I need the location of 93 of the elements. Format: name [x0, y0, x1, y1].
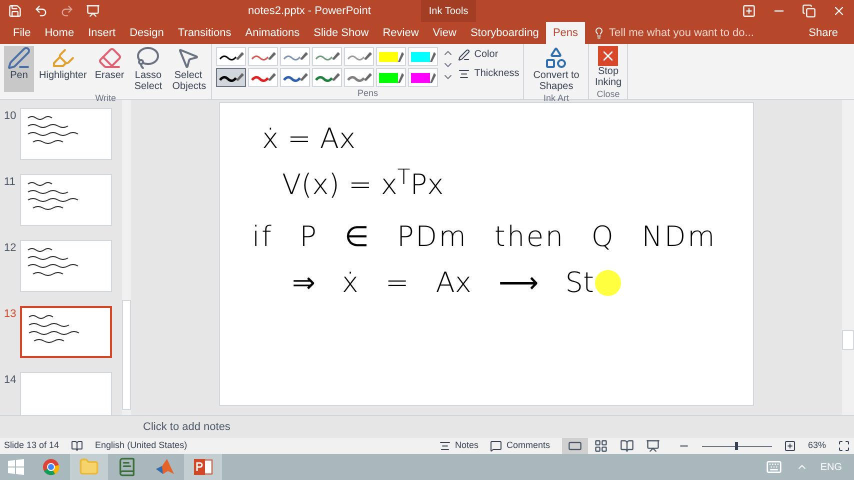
- pen-icon: [7, 46, 31, 70]
- group-label: Ink Art: [542, 92, 570, 105]
- slide-canvas[interactable]: ẋ = Ax V(x) = x$^{T}$Px if P ∈ PDm then Q NDm ⇒ ẋ = Ax ⟶ St: [219, 102, 754, 406]
- spell-check-icon[interactable]: [71, 440, 84, 452]
- share-button[interactable]: Share: [800, 22, 846, 44]
- handwritten-line: ẋ = Ax: [262, 121, 356, 157]
- matlab-icon: [155, 458, 175, 476]
- fit-slide-icon[interactable]: [838, 440, 850, 452]
- context-tab-label: Ink Tools: [420, 0, 476, 22]
- pointer-highlight-icon: [594, 269, 622, 297]
- ribbon-tab[interactable]: Review: [376, 22, 426, 44]
- powerpoint-icon: [193, 458, 213, 476]
- notes-button[interactable]: Notes: [438, 439, 478, 453]
- notes-icon: [438, 440, 451, 452]
- pen-style-button[interactable]: [216, 68, 246, 87]
- reading-view-icon: [620, 439, 634, 453]
- ribbon-tab[interactable]: Insert: [81, 22, 123, 44]
- pen-stroke-icon: [314, 50, 340, 63]
- group-label: Write: [94, 92, 118, 105]
- windows-start-icon[interactable]: [8, 459, 24, 475]
- undo-icon[interactable]: [34, 4, 48, 18]
- color-button[interactable]: Color: [458, 47, 520, 62]
- ribbon-tab[interactable]: Animations: [238, 22, 307, 44]
- scrollbar[interactable]: [842, 100, 854, 415]
- shapes-icon: [544, 46, 568, 70]
- thickness-button[interactable]: Thickness: [458, 66, 520, 81]
- pen-stroke-icon: [314, 71, 340, 84]
- stop-inking-button[interactable]: Stop Inking: [593, 44, 624, 88]
- folder-icon: [79, 457, 99, 477]
- slide-number: 12: [4, 241, 16, 256]
- slide-number: 10: [4, 109, 16, 124]
- taskbar-app-button[interactable]: [184, 454, 222, 480]
- save-icon[interactable]: [8, 4, 22, 18]
- write-tool-button[interactable]: Select Objects: [169, 46, 208, 92]
- scrollbar[interactable]: [122, 100, 131, 415]
- zoom-thumb[interactable]: [735, 442, 738, 450]
- group-label: Close: [596, 88, 621, 101]
- pen-stroke-icon: [346, 50, 372, 63]
- ribbon-tab[interactable]: View: [426, 22, 464, 44]
- group-label: Pens: [356, 87, 380, 100]
- notes-placeholder[interactable]: Click to add notes: [143, 418, 230, 436]
- convert-to-shapes-button[interactable]: Convert to Shapes: [528, 44, 584, 92]
- pen-stroke-icon: [218, 71, 244, 84]
- pen-stroke-icon: [346, 71, 372, 84]
- slide-number: 13: [4, 307, 16, 322]
- app-icon: [117, 457, 137, 477]
- pen-stroke-icon: [218, 50, 244, 63]
- pen-stroke-icon: [282, 71, 308, 84]
- write-tool-button[interactable]: Eraser: [92, 46, 128, 92]
- comments-button[interactable]: Comments: [490, 439, 550, 453]
- write-tool-button[interactable]: Lasso Select: [129, 46, 168, 92]
- normal-view-icon: [568, 439, 582, 453]
- slide-count: Slide 13 of 14: [4, 439, 60, 452]
- pointer-icon: [176, 46, 200, 70]
- language-label: English (United States): [95, 439, 188, 452]
- ribbon-options-icon[interactable]: [742, 4, 756, 18]
- ribbon-tab[interactable]: File: [6, 22, 38, 44]
- ribbon-tab[interactable]: Transitions: [170, 22, 238, 44]
- ribbon-tab[interactable]: Home: [38, 22, 82, 44]
- plus-icon[interactable]: [784, 440, 796, 452]
- window-title: notes2.pptx - PowerPoint: [248, 4, 371, 19]
- write-tool-button[interactable]: Pen: [4, 46, 34, 92]
- ribbon-tab[interactable]: Storyboarding: [463, 22, 546, 44]
- ribbon-tab[interactable]: Design: [122, 22, 171, 44]
- chrome-icon: [42, 458, 60, 476]
- ribbon-tab[interactable]: Pens: [546, 22, 586, 44]
- handwritten-line: V(x) = x$^{T}$Px: [282, 165, 444, 203]
- slide-number: 11: [4, 175, 16, 190]
- ribbon-tab[interactable]: Slide Show: [306, 22, 376, 44]
- close-icon[interactable]: [832, 4, 846, 18]
- view-button[interactable]: [562, 438, 588, 454]
- handwritten-line: ⇒ ẋ = Ax ⟶ St: [292, 265, 594, 301]
- restore-icon[interactable]: [802, 4, 816, 18]
- eraser-icon: [98, 46, 122, 70]
- pen-stroke-icon: [250, 71, 276, 84]
- tell-me-field[interactable]: Tell me what you want to do...: [609, 24, 770, 42]
- handwritten-line: if P ∈ PDm then Q NDm: [252, 219, 716, 255]
- lightbulb-icon: [593, 27, 606, 39]
- slideshow-icon: [646, 439, 660, 453]
- comment-icon: [490, 440, 502, 452]
- slide-number: 14: [4, 373, 16, 388]
- thickness-icon: [458, 68, 470, 80]
- highlighter-icon: [50, 46, 75, 70]
- pen-stroke-icon: [250, 50, 276, 63]
- zoom-slider[interactable]: [702, 442, 772, 450]
- pen-color-icon: [458, 48, 470, 60]
- pen-stroke-icon: [282, 50, 308, 63]
- lasso-icon: [136, 46, 160, 70]
- write-tool-button[interactable]: Highlighter: [36, 46, 90, 92]
- slide-thumbnail[interactable]: [20, 306, 112, 358]
- presentation-icon[interactable]: [86, 4, 100, 18]
- grid-view-icon: [594, 439, 608, 453]
- zoom-level[interactable]: 63%: [808, 439, 826, 453]
